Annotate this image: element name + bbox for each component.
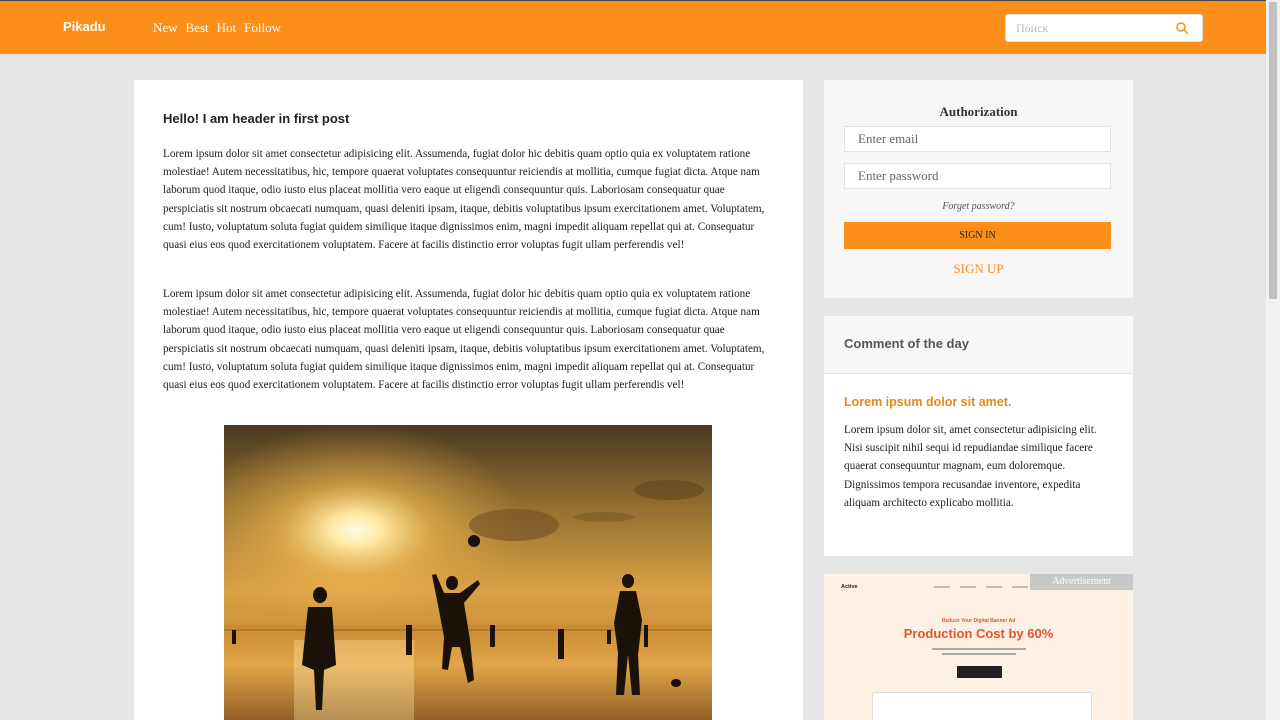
scrollbar-thumb[interactable] xyxy=(1269,2,1277,299)
top-navbar: Pikadu New Best Hot Follow xyxy=(0,0,1266,54)
ad-nav xyxy=(934,586,1028,588)
cotd-heading: Comment of the day xyxy=(844,336,969,351)
cotd-header: Comment of the day xyxy=(824,316,1133,374)
ad-text-line xyxy=(942,653,1016,655)
nav-link-hot[interactable]: Hot xyxy=(217,20,237,36)
forgot-password-link[interactable]: Forget password? xyxy=(824,201,1133,212)
post-title: Hello! I am header in first post xyxy=(163,111,350,126)
cotd-title[interactable]: Lorem ipsum dolor sit amet. xyxy=(844,395,1011,409)
ad-screenshot xyxy=(872,692,1092,720)
search-input[interactable] xyxy=(1006,15,1171,41)
post-card: Hello! I am header in first post Lorem i… xyxy=(134,80,803,720)
page-scrollbar[interactable] xyxy=(1266,0,1280,720)
search-icon[interactable] xyxy=(1175,21,1189,35)
cotd-text: Lorem ipsum dolor sit, amet consectetur … xyxy=(844,424,1097,509)
nav-link-new[interactable]: New xyxy=(153,20,178,36)
advertisement-badge: Advertisement xyxy=(1030,574,1133,590)
nav-link-follow[interactable]: Follow xyxy=(244,20,281,36)
post-image xyxy=(224,425,712,720)
sign-up-link[interactable]: SIGN UP xyxy=(824,261,1133,277)
nav-link-best[interactable]: Best xyxy=(186,20,209,36)
ad-kicker: Reduce Your Digital Banner Ad xyxy=(941,618,1016,624)
post-paragraph: Lorem ipsum dolor sit amet consectetur a… xyxy=(163,148,765,252)
main-nav: New Best Hot Follow xyxy=(153,20,281,36)
email-field[interactable] xyxy=(844,126,1111,152)
ad-headline: Production Cost by 60% xyxy=(903,626,1054,641)
search-box xyxy=(1005,14,1203,42)
ad-cta-button[interactable] xyxy=(957,666,1002,678)
password-field[interactable] xyxy=(844,163,1111,189)
auth-title: Authorization xyxy=(939,104,1018,119)
ad-text-line xyxy=(932,648,1026,650)
sign-in-button[interactable]: SIGN IN xyxy=(844,222,1111,249)
advertisement-banner[interactable]: Advertisement Active Reduce Your Digital… xyxy=(824,574,1133,720)
ad-brand: Active xyxy=(841,584,858,590)
authorization-panel: Authorization Forget password? SIGN IN S… xyxy=(824,80,1133,298)
logo[interactable]: Pikadu xyxy=(63,19,106,34)
post-paragraph: Lorem ipsum dolor sit amet consectetur a… xyxy=(163,288,765,392)
comment-of-the-day: Comment of the day Lorem ipsum dolor sit… xyxy=(824,316,1133,556)
